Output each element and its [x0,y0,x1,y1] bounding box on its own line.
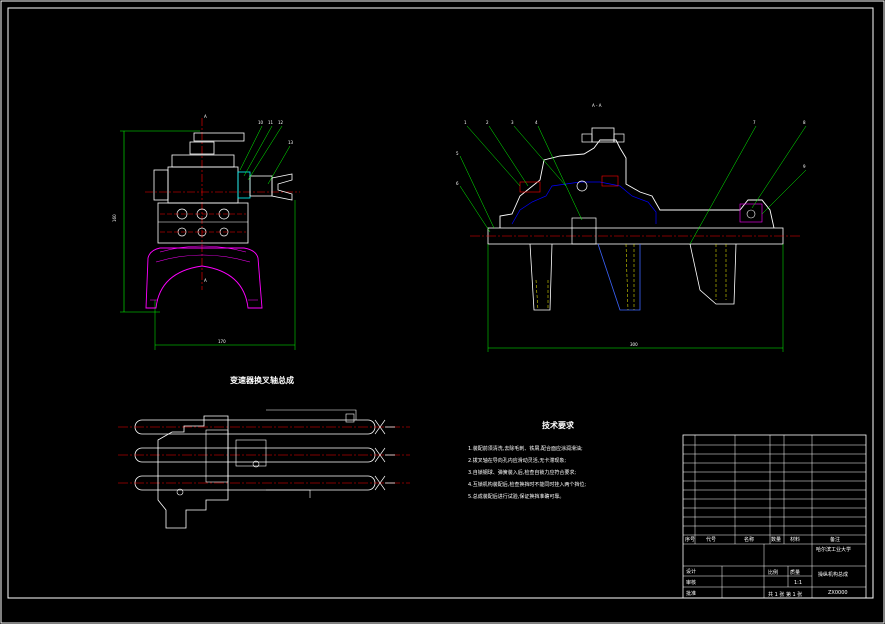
parts-list-grid [683,435,866,545]
dim-right-width: 300 [630,342,638,347]
balloon-right-2: 2 [486,120,489,125]
right-view: A - A 300 1 2 3 4 5 6 7 8 9 [456,103,807,352]
balloon-right-9: 9 [803,164,806,169]
tech-note-4: 4.互锁机构装配后,检查换挡时不能同时挂入两个挡位; [468,481,586,488]
balloon-right-4: 4 [535,120,538,125]
drawing-number: ZX0000 [828,590,848,596]
tech-title: 技术要求 [542,420,575,430]
dim-left-width: 170 [218,339,226,344]
designer-label: 设计 [686,568,696,575]
sheet-label: 共 1 张 第 1 张 [768,591,802,598]
balloon-right-8: 8 [803,120,806,125]
tech-requirements: 技术要求 1.装配前须清洗,去除毛刺、铁屑,配合面应涂润滑油; 2.拨叉轴在导向… [468,420,586,500]
header-name: 名称 [744,536,754,543]
header-qty: 数量 [771,536,781,543]
drawing-name: 操纵机构总成 [818,571,848,578]
balloon-left-4: 13 [288,140,294,145]
school-name: 哈尔滨工业大学 [816,546,851,553]
drawing-title: 变速器换叉轴总成 [230,375,294,385]
tech-note-1: 1.装配前须清洗,去除毛刺、铁屑,配合面应涂润滑油; [468,445,583,452]
balloon-right-3: 3 [511,120,514,125]
mass-label: 质量 [790,569,800,576]
header-code: 代号 [706,536,716,543]
balloon-left-1: 10 [258,120,264,125]
title-block: 序号 代号 名称 数量 材料 备注 哈尔滨工业大学 操纵机构总成 比例 1:1 … [682,434,867,599]
balloon-right-1: 1 [464,120,467,125]
scale-label: 比例 [768,569,778,576]
header-index: 序号 [685,536,695,543]
approve-label: 批准 [686,590,696,597]
header-remark: 备注 [830,536,840,543]
section-mark-top: A [204,114,207,119]
balloon-left-2: 11 [268,120,274,125]
drawing-canvas: 160 170 A A 10 11 12 13 A - A 300 1 2 3 … [0,0,885,624]
balloon-right-5: 5 [456,151,459,156]
tech-note-3: 3.自锁钢球、弹簧装入后,检查自锁力应符合要求; [468,469,576,476]
balloon-left-3: 12 [278,120,284,125]
bottom-view: 变速器换叉轴总成 [118,375,410,529]
tech-note-5: 5.总成装配后进行试验,保证换挡准确可靠。 [468,493,564,500]
balloon-right-7: 7 [753,120,756,125]
scale-value: 1:1 [794,580,802,586]
section-mark-bottom: A [204,278,207,283]
inner-border [7,7,874,599]
header-material: 材料 [790,536,800,543]
left-view: 160 170 A A 10 11 12 13 [112,114,300,350]
checker-label: 审核 [686,579,696,586]
tech-note-2: 2.拨叉轴在导向孔内应滑动灵活,无卡滞现象; [468,457,566,464]
section-label: A - A [592,103,602,108]
balloon-right-6: 6 [456,181,459,186]
dim-left-height: 160 [112,214,117,222]
